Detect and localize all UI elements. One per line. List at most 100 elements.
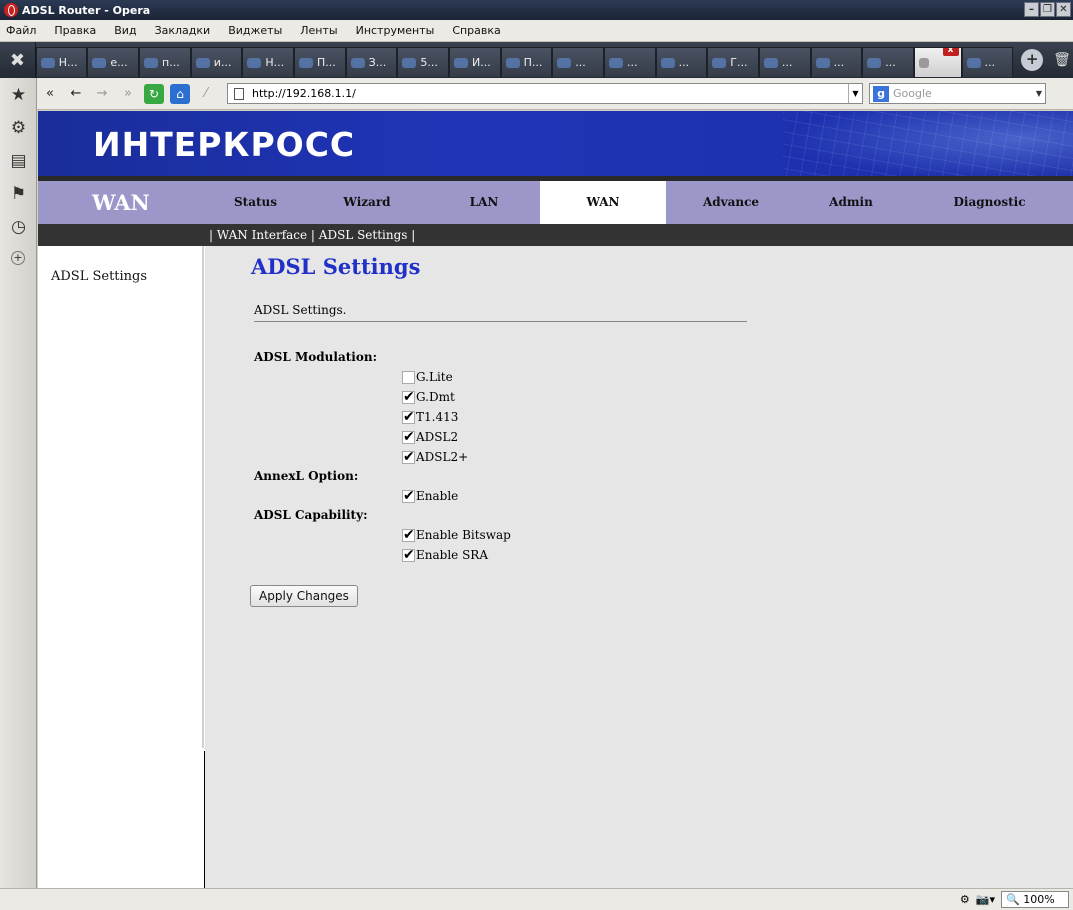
page-icon — [918, 57, 929, 68]
menu-bar: Файл Правка Вид Закладки Виджеты Ленты И… — [0, 20, 1073, 42]
annexl-label: AnnexL Option: — [254, 469, 359, 483]
tab-title: ... — [626, 56, 638, 69]
left-nav-adsl-settings[interactable]: ADSL Settings — [51, 269, 147, 284]
tab[interactable]: 5... — [397, 47, 449, 77]
checkbox-glite[interactable]: G.Lite — [402, 370, 453, 384]
favicon-icon — [867, 57, 882, 68]
tab[interactable]: п... — [139, 47, 191, 77]
wand-icon[interactable]: ⁄ — [193, 86, 219, 101]
tab-title: П... — [523, 56, 543, 69]
tab[interactable]: ... — [961, 47, 1014, 77]
history-clock-icon[interactable]: ◷ — [0, 210, 37, 243]
menu-edit[interactable]: Правка — [54, 24, 96, 37]
back-icon[interactable]: ← — [63, 86, 89, 101]
checkbox[interactable] — [402, 527, 415, 543]
address-input[interactable]: http://192.168.1.1/ ▼ — [227, 83, 863, 104]
menu-tools[interactable]: Инструменты — [356, 24, 435, 37]
search-input[interactable]: g Google ▼ — [869, 83, 1046, 104]
chevron-down-icon[interactable]: ▼ — [848, 84, 862, 103]
close-window-button[interactable]: ✕ — [1056, 2, 1071, 17]
checkbox[interactable] — [402, 547, 415, 563]
checkbox-label: Enable Bitswap — [416, 528, 511, 542]
tab-bar: ✖ Н... е... п... и... Н... П... З... 5..… — [0, 42, 1073, 78]
zoom-control[interactable]: 🔍 100% — [1001, 891, 1069, 908]
nav-wan[interactable]: WAN — [540, 181, 666, 224]
tab[interactable]: ... — [603, 47, 656, 77]
tools-menu-icon[interactable]: ✖ — [0, 42, 36, 78]
router-banner: ИНТЕРКРОСС — [38, 111, 1073, 181]
checkbox[interactable] — [402, 429, 415, 445]
checkbox-gdmt[interactable]: G.Dmt — [402, 389, 455, 405]
checkbox[interactable] — [402, 488, 415, 504]
tab[interactable]: и... — [190, 47, 243, 77]
brand-logo: ИНТЕРКРОСС — [93, 125, 356, 164]
checkbox-adsl2[interactable]: ADSL2 — [402, 429, 458, 445]
rewind-icon[interactable]: « — [37, 86, 63, 101]
tab[interactable]: е... — [87, 47, 140, 77]
nav-status[interactable]: Status — [205, 181, 306, 224]
menu-widgets[interactable]: Виджеты — [228, 24, 282, 37]
checkbox[interactable] — [402, 449, 415, 465]
tab-active[interactable]: x — [913, 47, 962, 77]
tab[interactable]: Н... — [35, 47, 88, 77]
nav-advance[interactable]: Advance — [666, 181, 796, 224]
window-titlebar: ADSL Router - Opera – ❐ ✕ — [0, 0, 1073, 20]
tab[interactable]: Н... — [242, 47, 295, 77]
settings-gear-icon[interactable]: ⚙ — [0, 111, 37, 144]
menu-bookmarks[interactable]: Закладки — [155, 24, 211, 37]
tab[interactable]: П... — [500, 47, 553, 77]
checkbox-annexl-enable[interactable]: Enable — [402, 488, 458, 504]
zoom-value: 100% — [1023, 893, 1055, 906]
favicon-icon — [608, 57, 623, 68]
minimize-button[interactable]: – — [1024, 2, 1039, 17]
tab[interactable]: ... — [552, 47, 604, 77]
chevron-down-icon[interactable]: ▼ — [1033, 84, 1045, 103]
trash-icon[interactable]: 🗑 — [1053, 52, 1073, 68]
checkbox-sra[interactable]: Enable SRA — [402, 547, 488, 563]
checkbox-label: ADSL2+ — [416, 450, 469, 464]
checkbox-bitswap[interactable]: Enable Bitswap — [402, 527, 511, 543]
turbo-icon[interactable]: ⚙ — [960, 893, 970, 906]
tab[interactable]: И... — [448, 47, 501, 77]
tab[interactable]: ... — [758, 47, 811, 77]
close-tab-icon[interactable]: x — [942, 48, 959, 56]
checkbox[interactable] — [402, 409, 415, 425]
checkbox[interactable] — [402, 389, 415, 405]
checkbox-adsl2plus[interactable]: ADSL2+ — [402, 449, 469, 465]
tab[interactable]: ... — [862, 47, 914, 77]
chat-icon[interactable]: ▤ — [0, 144, 37, 177]
transfers-icon[interactable]: ⚑ — [0, 177, 37, 210]
nav-diagnostic[interactable]: Diagnostic — [906, 181, 1073, 224]
checkbox-t1413[interactable]: T1.413 — [402, 409, 458, 425]
tab[interactable]: Г... — [707, 47, 759, 77]
fast-forward-icon[interactable]: » — [115, 86, 141, 101]
tab-title: З... — [368, 56, 387, 69]
sub-navigation[interactable]: | WAN Interface | ADSL Settings | — [38, 224, 1073, 246]
tab[interactable]: П... — [294, 47, 346, 77]
tab-title: ... — [575, 56, 586, 69]
status-bar: ⚙ 📷▾ 🔍 100% — [0, 888, 1073, 910]
tab[interactable]: ... — [655, 47, 708, 77]
forward-icon[interactable]: → — [89, 86, 115, 101]
nav-lan[interactable]: LAN — [428, 181, 540, 224]
checkbox[interactable] — [402, 370, 415, 384]
tab[interactable]: ... — [810, 47, 863, 77]
bookmarks-star-icon[interactable]: ★ — [0, 78, 37, 111]
camera-icon[interactable]: 📷▾ — [976, 893, 995, 906]
new-tab-icon[interactable]: + — [1021, 49, 1044, 71]
restore-button[interactable]: ❐ — [1040, 2, 1055, 17]
menu-feeds[interactable]: Ленты — [300, 24, 337, 37]
home-icon[interactable]: ⌂ — [170, 83, 190, 104]
tab[interactable]: З... — [345, 47, 398, 77]
menu-file[interactable]: Файл — [6, 24, 36, 37]
tab-title: и... — [213, 56, 232, 69]
apply-changes-button[interactable]: Apply Changes — [250, 585, 358, 607]
nav-wizard[interactable]: Wizard — [306, 181, 428, 224]
nav-admin[interactable]: Admin — [796, 181, 906, 224]
left-nav: ADSL Settings — [38, 246, 205, 888]
menu-help[interactable]: Справка — [452, 24, 500, 37]
reload-icon[interactable]: ↻ — [144, 83, 164, 104]
menu-view[interactable]: Вид — [114, 24, 136, 37]
router-nav: WAN Status Wizard LAN WAN Advance Admin … — [38, 181, 1073, 224]
add-panel-icon[interactable]: + — [11, 251, 25, 265]
